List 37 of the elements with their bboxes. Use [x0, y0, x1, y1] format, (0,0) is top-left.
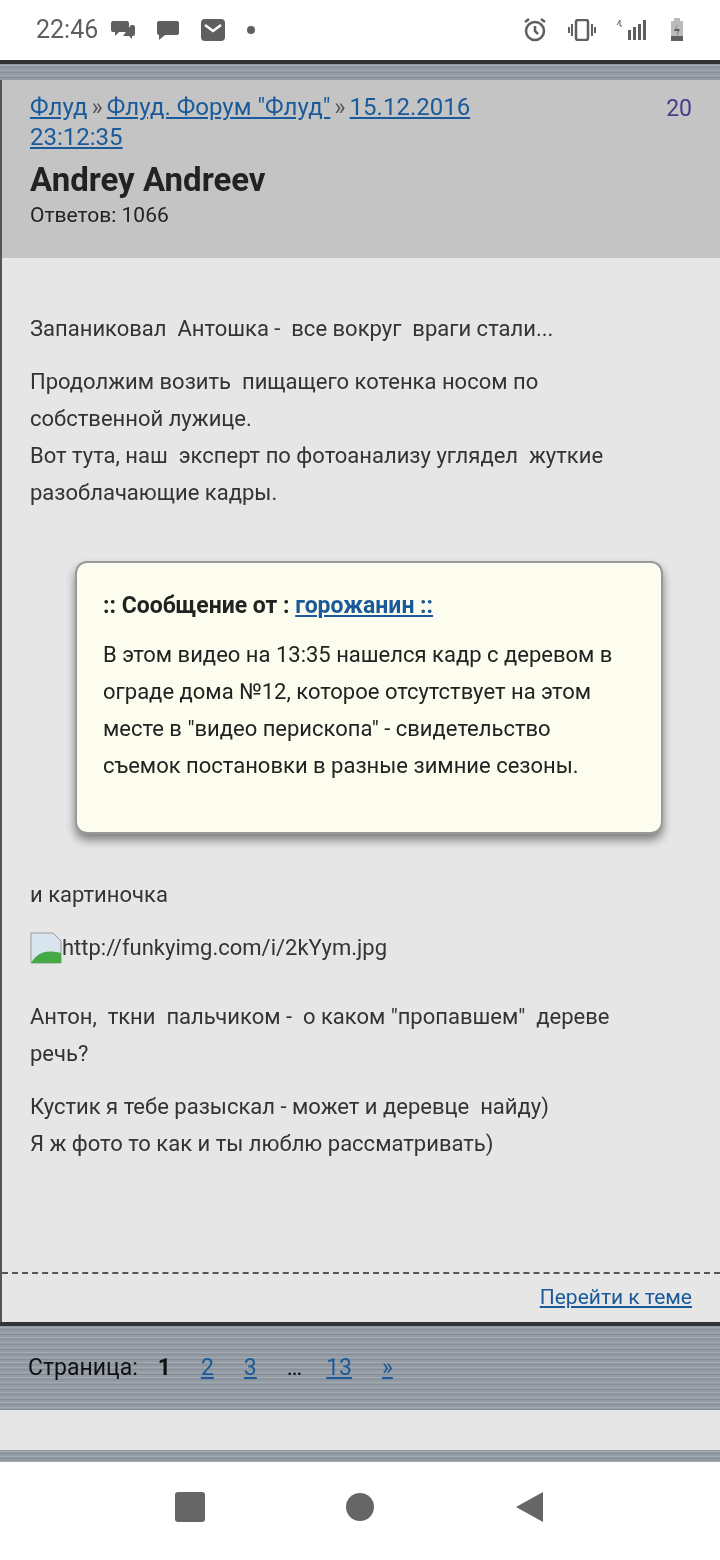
- back-icon[interactable]: [515, 1491, 545, 1523]
- breadcrumb-link[interactable]: Флуд. Форум "Флуд": [106, 93, 331, 121]
- page-link[interactable]: 13: [326, 1350, 353, 1386]
- battery-icon: [670, 18, 684, 42]
- clock: 22:46: [36, 14, 99, 47]
- dot-icon: [246, 25, 257, 35]
- post-text: Продолжим возить пищащего котенка носом по собственной лужице. Вот тута, наш эксперт по фотоанализу углядел жуткие разоблачающие кадры.: [30, 368, 605, 507]
- home-icon[interactable]: [345, 1492, 375, 1522]
- image-alt-text: http://funkyimg.com/i/2kYym.jpg: [62, 934, 388, 962]
- page-ellipsis: …: [286, 1352, 303, 1383]
- chat-icon: [110, 19, 137, 41]
- post-text: Антон, ткни пальчиком - о каком "пропавшем" дереве речь?: [30, 1003, 611, 1068]
- breadcrumb-separator: »: [91, 93, 103, 121]
- page-label: Страница:: [28, 1352, 138, 1383]
- alarm-icon: [522, 17, 548, 43]
- vibrate-icon: [568, 19, 596, 41]
- post-text: Запаниковал Антошка - все вокруг враги стали...: [30, 315, 555, 343]
- breadcrumb-link[interactable]: 15.12.2016: [349, 93, 471, 121]
- page-link[interactable]: 3: [243, 1350, 257, 1386]
- broken-image-icon: [30, 931, 62, 964]
- post-number: 20: [666, 94, 692, 124]
- page-link[interactable]: 2: [200, 1350, 214, 1386]
- quote-prefix: :: Сообщение от :: [103, 592, 291, 619]
- breadcrumb-separator: »: [334, 93, 346, 121]
- quote-author-link[interactable]: горожанин ::: [295, 592, 434, 619]
- mail-icon: [200, 18, 227, 42]
- author-name: Andrey Andreev: [30, 160, 267, 200]
- page-link[interactable]: 1: [157, 1350, 171, 1386]
- message-icon: [156, 19, 181, 41]
- quote-text: В этом видео на 13:35 нашелся кадр с деревом в ограде дома №12, которое отсутствует на этом месте в "видео перископа" - свидетельство съемок постановки в разные зимние сезоны.: [103, 641, 614, 780]
- reply-count: Ответов: 1066: [30, 202, 170, 229]
- post-text: Кустик я тебе разыскал - может и деревце найду) Я ж фото то как и ты люблю рассматривать): [30, 1093, 550, 1158]
- post-text: и картиночка: [30, 881, 169, 909]
- topic-link[interactable]: Перейти к теме: [539, 1285, 692, 1310]
- page-link[interactable]: »: [382, 1350, 393, 1386]
- breadcrumb-link[interactable]: Флуд: [30, 93, 88, 121]
- breadcrumb-link[interactable]: 23:12:35: [30, 123, 123, 151]
